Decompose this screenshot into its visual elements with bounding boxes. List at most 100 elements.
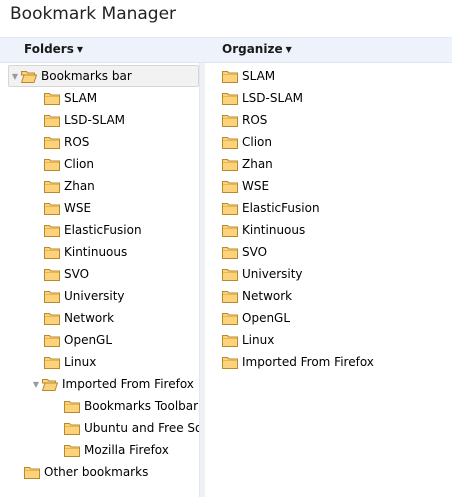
folder-tree-item[interactable]: SVO: [44, 263, 199, 285]
bookmark-manager-window: Bookmark Manager Folders ▼ Organize ▼ ▼ Boo…: [0, 0, 452, 497]
tree-item-label: Imported From Firefox: [62, 377, 194, 391]
folder-tree-item[interactable]: University: [44, 285, 199, 307]
folder-tree-item[interactable]: Clion: [44, 153, 199, 175]
triangle-expanded-icon[interactable]: ▼: [9, 70, 21, 82]
folder-tree-item[interactable]: Bookmarks Toolbar: [64, 395, 199, 417]
organize-list-item[interactable]: LSD-SLAM: [222, 87, 452, 109]
tree-item-label: Network: [64, 311, 115, 325]
folder-icon: [222, 180, 238, 193]
tree-item-label: OpenGL: [64, 333, 113, 347]
folder-icon: [222, 136, 238, 149]
organize-list-item[interactable]: Linux: [222, 329, 452, 351]
folder-tree-item[interactable]: LSD-SLAM: [44, 109, 199, 131]
tree-item-label: SLAM: [64, 91, 98, 105]
tree-item-label: Mozilla Firefox: [84, 443, 169, 457]
organize-list-item[interactable]: Clion: [222, 131, 452, 153]
organize-list-item[interactable]: Kintinuous: [222, 219, 452, 241]
organize-list-item[interactable]: ROS: [222, 109, 452, 131]
tree-item-label: Linux: [64, 355, 97, 369]
folder-icon: [44, 92, 60, 105]
tree-item-label: Linux: [242, 333, 275, 347]
tree-item-label: LSD-SLAM: [64, 113, 126, 127]
folder-tree-item[interactable]: Kintinuous: [44, 241, 199, 263]
folder-open-icon: [21, 70, 37, 83]
triangle-expanded-icon[interactable]: ▼: [30, 378, 42, 390]
folder-tree-item[interactable]: Ubuntu and Free Software links: [64, 417, 199, 439]
folder-tree-item[interactable]: WSE: [44, 197, 199, 219]
organize-list-item[interactable]: ElasticFusion: [222, 197, 452, 219]
organize-list-item[interactable]: University: [222, 263, 452, 285]
tree-item-label: University: [242, 267, 303, 281]
folder-icon: [222, 224, 238, 237]
tree-item-label: Zhan: [242, 157, 273, 171]
tree-item-label: Zhan: [64, 179, 95, 193]
tree-item-label: LSD-SLAM: [242, 91, 304, 105]
folder-icon: [44, 334, 60, 347]
folder-tree-item[interactable]: ROS: [44, 131, 199, 153]
folder-icon: [222, 334, 238, 347]
tree-item-label: SVO: [64, 267, 90, 281]
organize-menu-label: Organize: [222, 42, 283, 56]
tree-item-label: Bookmarks bar: [41, 69, 132, 83]
folder-tree-item[interactable]: ElasticFusion: [44, 219, 199, 241]
folder-icon: [222, 268, 238, 281]
folder-icon: [44, 312, 60, 325]
folder-tree-item[interactable]: OpenGL: [44, 329, 199, 351]
organize-list-item[interactable]: Imported From Firefox: [222, 351, 452, 373]
tree-item-label: WSE: [242, 179, 270, 193]
folder-icon: [222, 114, 238, 127]
tree-item-label: Imported From Firefox: [242, 355, 374, 369]
folder-open-icon: [42, 378, 58, 391]
folder-tree-item[interactable]: ▼ Bookmarks bar: [8, 65, 199, 87]
tree-item-label: ROS: [242, 113, 268, 127]
folder-icon: [64, 444, 80, 457]
folder-tree-item[interactable]: Linux: [44, 351, 199, 373]
caret-down-icon: ▼: [285, 45, 292, 54]
folders-tree[interactable]: ▼ Bookmarks bar SLAM LSD-SLAM ROS Clion Zhan WS…: [0, 63, 199, 497]
organize-list[interactable]: SLAM LSD-SLAM ROS Clion Zhan WSE ElasticFusion…: [205, 63, 452, 497]
organize-list-item[interactable]: OpenGL: [222, 307, 452, 329]
folder-tree-item[interactable]: ▼ Imported From Firefox: [30, 373, 199, 395]
folder-icon: [222, 312, 238, 325]
tree-item-label: University: [64, 289, 125, 303]
organize-menu-button[interactable]: Organize ▼: [222, 41, 292, 58]
tree-item-label: Kintinuous: [64, 245, 128, 259]
folder-icon: [24, 466, 40, 479]
folder-icon: [44, 158, 60, 171]
tree-item-label: OpenGL: [242, 311, 291, 325]
folder-icon: [222, 246, 238, 259]
folder-icon: [44, 114, 60, 127]
tree-item-label: ElasticFusion: [242, 201, 320, 215]
folder-tree-item[interactable]: Other bookmarks: [24, 461, 199, 483]
folder-icon: [222, 92, 238, 105]
tree-item-label: Clion: [242, 135, 272, 149]
folder-icon: [44, 290, 60, 303]
folder-icon: [44, 202, 60, 215]
tree-item-label: SVO: [242, 245, 268, 259]
folder-tree-item[interactable]: SLAM: [44, 87, 199, 109]
page-title: Bookmark Manager: [10, 4, 177, 24]
organize-list-item[interactable]: Zhan: [222, 153, 452, 175]
folder-tree-item[interactable]: Zhan: [44, 175, 199, 197]
toolbar: Folders ▼ Organize ▼: [0, 37, 452, 63]
tree-item-label: Ubuntu and Free Software links: [84, 421, 199, 435]
tree-item-label: SLAM: [242, 69, 276, 83]
folder-icon: [44, 224, 60, 237]
tree-item-label: WSE: [64, 201, 92, 215]
organize-list-item[interactable]: Network: [222, 285, 452, 307]
folder-icon: [44, 136, 60, 149]
folder-icon: [44, 246, 60, 259]
folder-tree-item[interactable]: Mozilla Firefox: [64, 439, 199, 461]
organize-list-item[interactable]: SVO: [222, 241, 452, 263]
folder-icon: [222, 158, 238, 171]
tree-item-label: Kintinuous: [242, 223, 306, 237]
folders-menu-button[interactable]: Folders ▼: [24, 41, 83, 58]
organize-list-item[interactable]: WSE: [222, 175, 452, 197]
tree-item-label: ROS: [64, 135, 90, 149]
folder-icon: [222, 290, 238, 303]
organize-list-item[interactable]: SLAM: [222, 65, 452, 87]
folder-icon: [64, 400, 80, 413]
folder-icon: [44, 268, 60, 281]
tree-item-label: Other bookmarks: [44, 465, 149, 479]
folder-tree-item[interactable]: Network: [44, 307, 199, 329]
